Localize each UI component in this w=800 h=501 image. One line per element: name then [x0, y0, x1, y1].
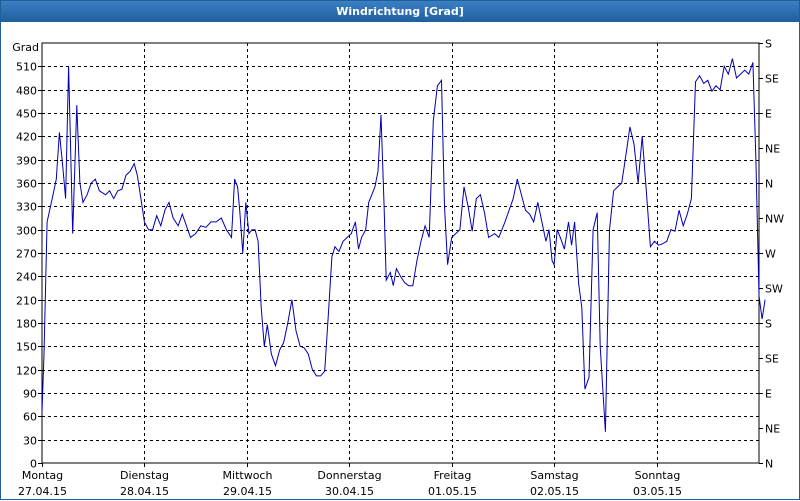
right-tick-label: SW: [765, 283, 783, 296]
right-tick-label: SE: [765, 73, 779, 86]
y-axis-ticks: 0306090120150180210240270300330360390420…: [16, 61, 42, 471]
right-tick-label: NE: [765, 143, 780, 156]
y-axis-label: Grad: [12, 41, 39, 54]
right-tick-label: NW: [765, 213, 784, 226]
y-tick-label: 60: [23, 411, 37, 424]
x-tick-day: Donnerstag: [317, 469, 381, 482]
x-tick-date: 30.04.15: [325, 485, 374, 498]
x-tick-date: 29.04.15: [223, 485, 272, 498]
right-tick-label: E: [765, 388, 772, 401]
right-tick-label: N: [765, 178, 773, 191]
x-tick-day: Mittwoch: [223, 469, 273, 482]
right-tick-label: S: [765, 38, 772, 51]
x-tick-day: Samstag: [530, 469, 578, 482]
y-tick-label: 270: [16, 248, 37, 261]
y-tick-label: 420: [16, 131, 37, 144]
y-tick-label: 390: [16, 155, 37, 168]
plot-area: [41, 42, 760, 464]
y-tick-label: 150: [16, 341, 37, 354]
right-tick-label: N: [765, 458, 773, 471]
right-tick-label: W: [765, 248, 776, 261]
right-tick-label: S: [765, 318, 772, 331]
grid-lines: [42, 43, 759, 463]
y-tick-label: 450: [16, 108, 37, 121]
x-tick-date: 27.04.15: [18, 485, 67, 498]
y-tick-label: 30: [23, 435, 37, 448]
series-line: [41, 58, 766, 432]
x-tick-date: 28.04.15: [120, 485, 169, 498]
right-tick-label: NE: [765, 423, 780, 436]
y-tick-label: 300: [16, 225, 37, 238]
x-axis-ticks: Montag 27.04.15 Dienstag 28.04.15 Mittwoch 29…: [18, 463, 682, 498]
x-tick-day: Dienstag: [120, 469, 169, 482]
right-tick-label: SE: [765, 353, 779, 366]
x-tick-day: Freitag: [434, 469, 472, 482]
x-tick-day: Montag: [22, 469, 63, 482]
y-tick-label: 180: [16, 318, 37, 331]
y-tick-label: 330: [16, 201, 37, 214]
y-tick-label: 240: [16, 271, 37, 284]
y-tick-label: 510: [16, 61, 37, 74]
right-tick-label: E: [765, 108, 772, 121]
x-tick-date: 03.05.15: [633, 485, 682, 498]
wind-direction-chart: 0306090120150180210240270300330360390420…: [12, 38, 784, 499]
right-axis-ticks: N NE E SE S SW W NW N NE E SE S: [759, 38, 784, 471]
y-tick-label: 360: [16, 178, 37, 191]
y-tick-label: 480: [16, 85, 37, 98]
y-tick-label: 210: [16, 295, 37, 308]
y-tick-label: 120: [16, 365, 37, 378]
y-tick-label: 90: [23, 388, 37, 401]
chart-window: Windrichtung [Grad] 0 30 60 90 120 150 180 210 2…: [0, 0, 800, 500]
x-tick-date: 01.05.15: [428, 485, 477, 498]
x-tick-date: 02.05.15: [530, 485, 579, 498]
x-tick-day: Sonntag: [635, 469, 681, 482]
